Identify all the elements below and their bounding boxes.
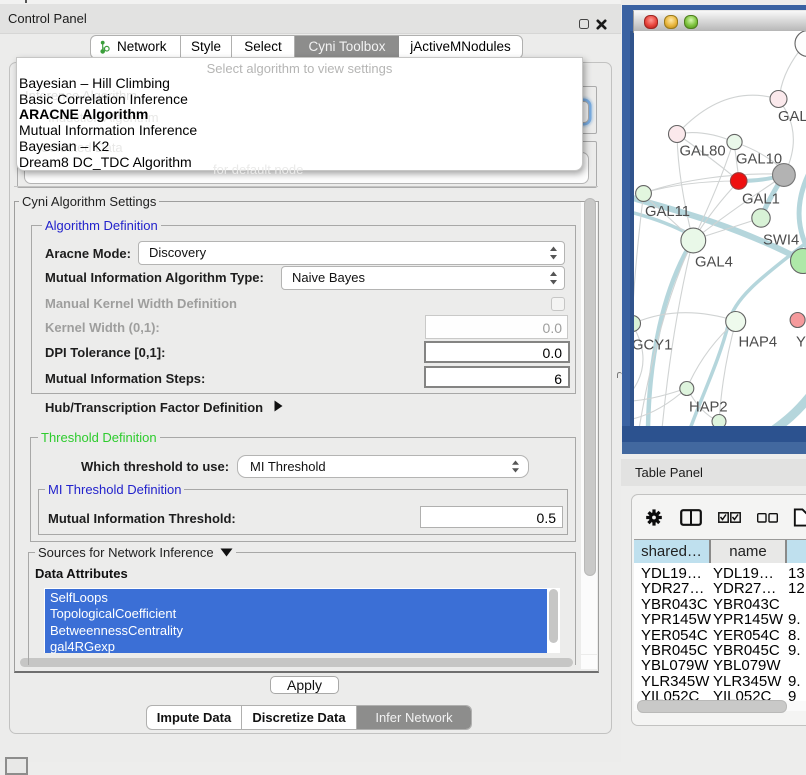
svg-text:HAP2: HAP2 <box>689 400 728 416</box>
svg-text:Y: Y <box>796 335 806 351</box>
svg-text:GAL4: GAL4 <box>695 255 733 271</box>
svg-text:GAL10: GAL10 <box>736 152 782 168</box>
svg-text:HAP4: HAP4 <box>739 335 778 351</box>
svg-text:GCY1: GCY1 <box>634 338 672 354</box>
svg-text:SWI4: SWI4 <box>763 233 799 249</box>
svg-text:GAL11: GAL11 <box>645 204 690 220</box>
svg-text:GAL1: GAL1 <box>742 192 780 208</box>
svg-text:GAL7: GAL7 <box>778 109 806 125</box>
svg-text:GAL80: GAL80 <box>680 144 726 160</box>
